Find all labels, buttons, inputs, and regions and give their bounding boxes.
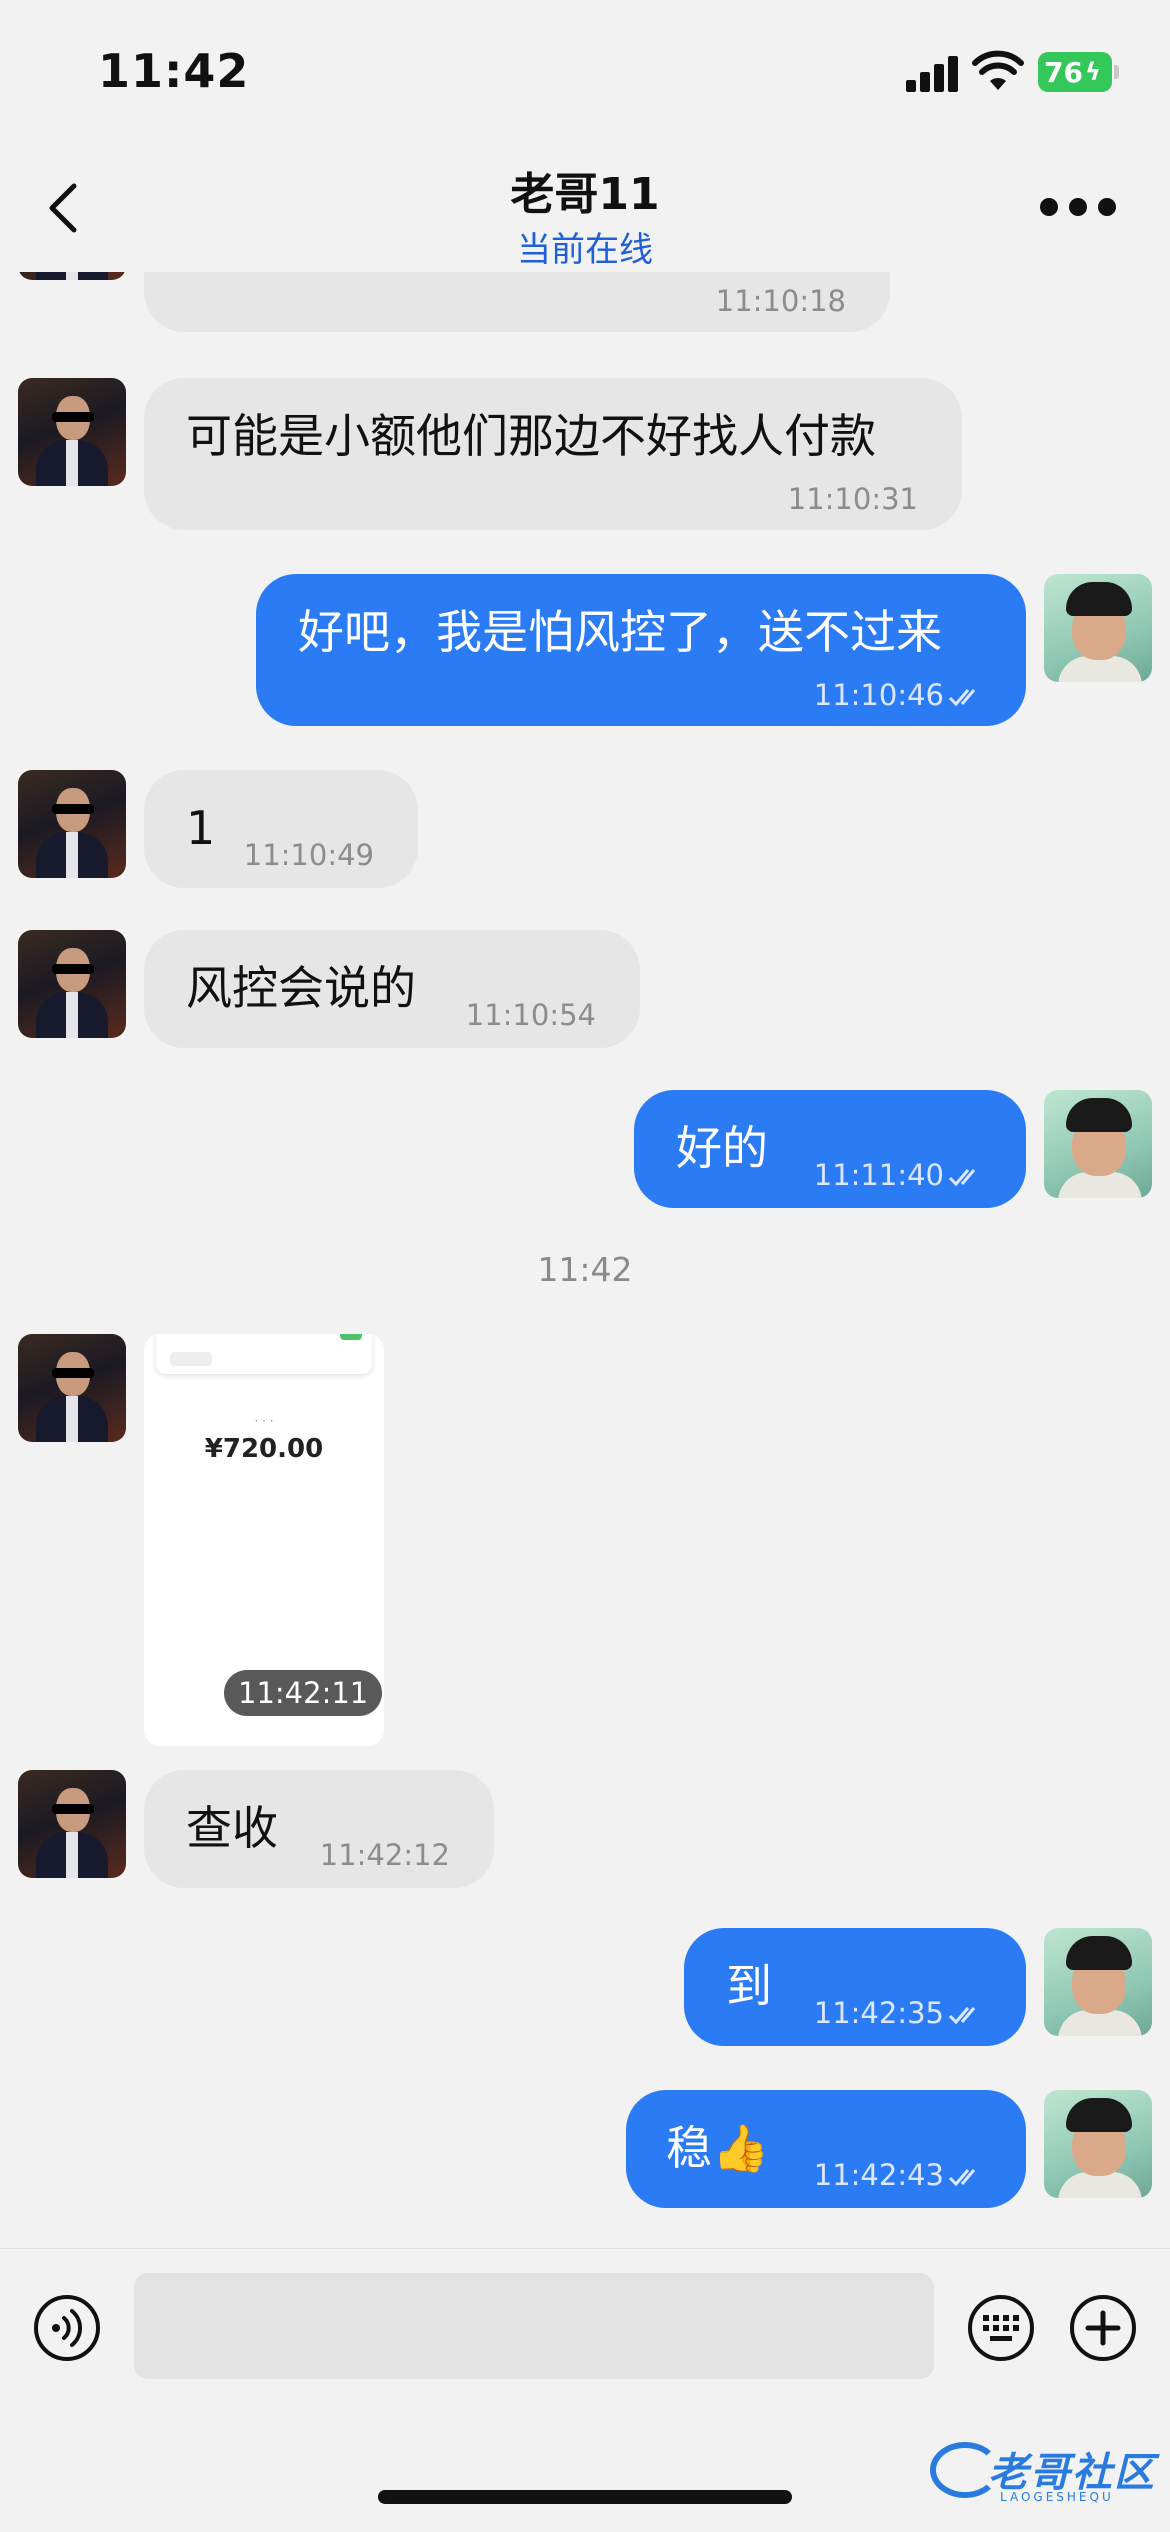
message-time-value: 11:11:40 xyxy=(813,1158,944,1192)
message-time: 11:10:18 xyxy=(715,284,846,318)
more-dots-icon[interactable] xyxy=(1040,196,1116,218)
battery-level: 76 xyxy=(1044,55,1083,89)
message-bubble-incoming[interactable]: 可能是小额他们那边不好找人付款 11:10:31 xyxy=(144,378,962,530)
double-check-icon xyxy=(948,2169,976,2187)
message-bubble-incoming[interactable]: 11:10:18 xyxy=(144,272,890,332)
message-time-value: 11:42:35 xyxy=(813,1996,944,2030)
chat-header: 老哥11 当前在线 xyxy=(0,140,1170,272)
message-text: 查收 xyxy=(186,1801,278,1855)
image-detail-text: · · · xyxy=(254,1414,274,1428)
message-time: 11:10:54 xyxy=(465,998,596,1032)
message-text: 可能是小额他们那边不好找人付款 xyxy=(186,409,876,463)
message-bubble-incoming[interactable]: 1 11:10:49 xyxy=(144,770,418,888)
message-time: 11:10:31 xyxy=(787,482,918,516)
status-bar: 11:42 76 ϟ xyxy=(0,0,1170,140)
contact-avatar[interactable] xyxy=(18,770,126,878)
message-time: 11:42:43 xyxy=(814,2158,984,2192)
plus-icon[interactable] xyxy=(1068,2293,1138,2363)
contact-name[interactable]: 老哥11 xyxy=(0,158,1170,222)
my-avatar[interactable] xyxy=(1044,2090,1152,2198)
message-text: 到 xyxy=(726,1959,772,2013)
image-time: 11:42:11 xyxy=(224,1670,383,1716)
my-avatar[interactable] xyxy=(1044,574,1152,682)
message-input[interactable] xyxy=(134,2273,934,2379)
message-bubble-outgoing[interactable]: 稳👍 11:42:43 xyxy=(626,2090,1026,2208)
message-text: 稳👍 xyxy=(666,2121,770,2175)
message-time: 11:10:46 xyxy=(814,678,984,712)
signal-icon xyxy=(906,56,960,92)
message-time-value: 11:42:43 xyxy=(813,2158,944,2192)
message-text: 1 xyxy=(186,801,216,855)
double-check-icon xyxy=(948,2007,976,2025)
time-divider: 11:42 xyxy=(537,1250,633,1289)
message-time: 11:11:40 xyxy=(814,1158,984,1192)
contact-avatar[interactable] xyxy=(18,378,126,486)
message-time: 11:42:12 xyxy=(319,1838,450,1872)
message-list[interactable]: 11:10:18 可能是小额他们那边不好找人付款 11:10:31 好吧，我是怕… xyxy=(0,272,1170,2248)
wifi-icon xyxy=(972,50,1024,90)
message-bubble-outgoing[interactable]: 好吧，我是怕风控了，送不过来 11:10:46 xyxy=(256,574,1026,726)
message-text: 好的 xyxy=(676,1121,768,1175)
status-time: 11:42 xyxy=(98,44,250,98)
message-text: 风控会说的 xyxy=(186,961,416,1015)
message-bubble-incoming[interactable]: 风控会说的 11:10:54 xyxy=(144,930,640,1048)
message-text: 好吧，我是怕风控了，送不过来 xyxy=(298,605,942,659)
home-indicator[interactable] xyxy=(378,2490,792,2504)
image-message[interactable]: · · · ¥720.00 11:42:11 xyxy=(144,1334,384,1746)
voice-icon[interactable] xyxy=(32,2293,102,2363)
contact-avatar[interactable] xyxy=(18,1770,126,1878)
my-avatar[interactable] xyxy=(1044,1928,1152,2036)
message-time: 11:42:35 xyxy=(814,1996,984,2030)
payment-card-preview xyxy=(156,1334,372,1374)
message-bubble-incoming[interactable]: 查收 11:42:12 xyxy=(144,1770,494,1888)
double-check-icon xyxy=(948,1169,976,1187)
watermark-logo: 老哥社区 LAOGESHEQU xyxy=(930,2436,1160,2516)
battery-icon: 76 ϟ xyxy=(1038,52,1119,92)
double-check-icon xyxy=(948,689,976,707)
payment-amount: ¥720.00 xyxy=(204,1434,324,1464)
message-time: 11:10:49 xyxy=(243,838,374,872)
contact-avatar[interactable] xyxy=(18,930,126,1038)
contact-avatar[interactable] xyxy=(18,272,126,280)
watermark-subtext: LAOGESHEQU xyxy=(1000,2490,1114,2504)
message-bubble-outgoing[interactable]: 好的 11:11:40 xyxy=(634,1090,1026,1208)
message-bubble-outgoing[interactable]: 到 11:42:35 xyxy=(684,1928,1026,2046)
keyboard-icon[interactable] xyxy=(966,2293,1036,2363)
contact-avatar[interactable] xyxy=(18,1334,126,1442)
online-status: 当前在线 xyxy=(517,230,653,270)
my-avatar[interactable] xyxy=(1044,1090,1152,1198)
message-time-value: 11:10:46 xyxy=(813,678,944,712)
